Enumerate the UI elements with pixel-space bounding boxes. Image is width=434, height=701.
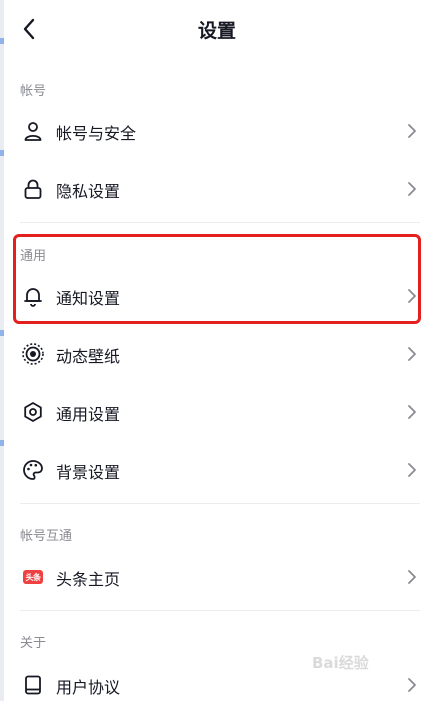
item-label: 背景设置 xyxy=(56,463,121,482)
gear-icon xyxy=(21,400,45,424)
chevron-right-icon xyxy=(408,678,416,692)
item-label: 通用设置 xyxy=(56,405,121,424)
toutiao-badge-icon: 头条 xyxy=(21,565,45,589)
chevron-right-icon xyxy=(408,405,416,419)
settings-item-background[interactable]: 背景设置 xyxy=(4,444,430,496)
chevron-right-icon xyxy=(408,124,416,138)
item-label: 隐私设置 xyxy=(56,182,121,201)
settings-item-general-settings[interactable]: 通用设置 xyxy=(4,386,430,438)
chevron-right-icon xyxy=(408,570,416,584)
item-label: 头条主页 xyxy=(56,570,121,589)
concentric-circles-icon xyxy=(21,342,45,366)
book-icon xyxy=(21,673,45,697)
settings-item-live-wallpaper[interactable]: 动态壁纸 xyxy=(4,328,430,380)
chevron-right-icon xyxy=(408,463,416,477)
item-label: 动态壁纸 xyxy=(56,347,121,366)
section-label-account: 帐号 xyxy=(20,84,47,99)
settings-item-toutiao[interactable]: 头条 头条主页 xyxy=(4,551,430,603)
section-divider xyxy=(20,610,420,611)
toutiao-badge: 头条 xyxy=(23,570,43,584)
section-divider xyxy=(20,503,420,504)
lock-icon xyxy=(21,177,45,201)
palette-icon xyxy=(21,458,45,482)
settings-item-privacy[interactable]: 隐私设置 xyxy=(4,163,430,215)
settings-item-account-security[interactable]: 帐号与安全 xyxy=(4,105,430,157)
page-title: 设置 xyxy=(197,20,236,42)
item-label: 帐号与安全 xyxy=(56,124,137,143)
highlight-annotation-box xyxy=(13,234,421,324)
section-divider xyxy=(20,222,420,223)
watermark: Bai经验 xyxy=(312,654,369,672)
header-bar: 设置 xyxy=(0,0,434,58)
person-icon xyxy=(21,119,45,143)
item-label: 用户协议 xyxy=(56,678,121,697)
chevron-right-icon xyxy=(408,182,416,196)
chevron-right-icon xyxy=(408,347,416,361)
section-label-interop: 帐号互通 xyxy=(20,529,73,544)
section-label-about: 关于 xyxy=(20,636,47,651)
